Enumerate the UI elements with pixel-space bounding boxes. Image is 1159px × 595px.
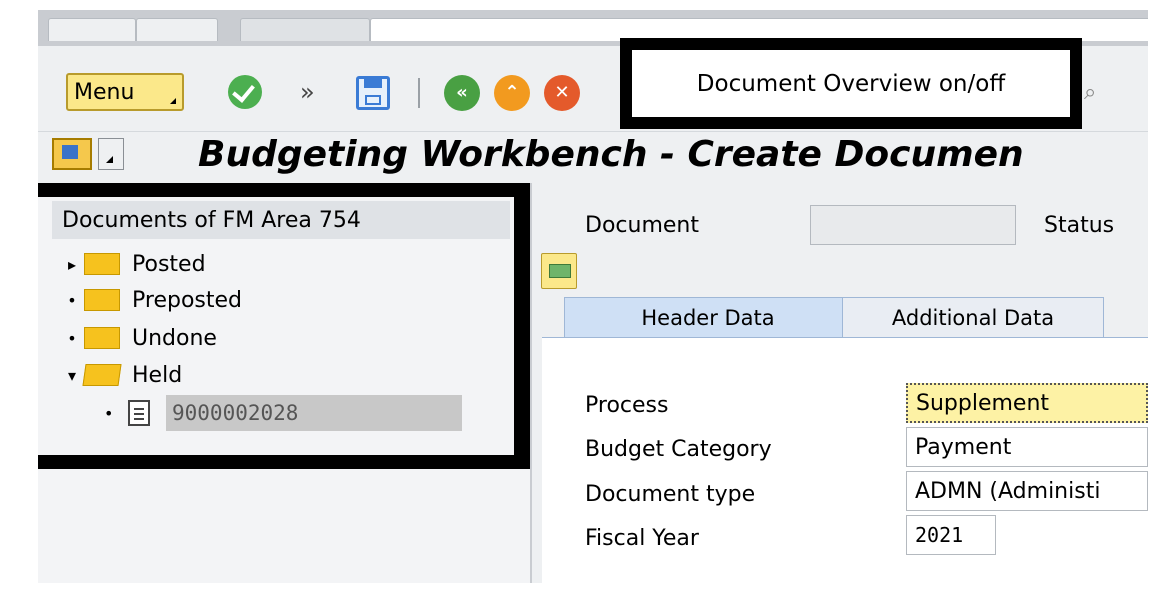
tree-item-label: Undone <box>132 325 217 351</box>
bullet-icon: • <box>67 290 77 310</box>
page-title: Budgeting Workbench - Create Documen <box>198 134 1024 175</box>
bullet-icon: • <box>104 403 114 423</box>
floppy-disk-icon[interactable] <box>356 76 390 110</box>
tree-item-posted[interactable]: ▸ Posted <box>60 247 500 281</box>
sap-window: Menu » « ⌃ ✕ Document Overview on/off ⌕ … <box>0 0 1159 595</box>
bullet-icon: • <box>67 328 77 348</box>
check-circle-icon[interactable] <box>228 75 262 109</box>
window-tab[interactable] <box>48 18 136 41</box>
tree-item-label: Posted <box>132 251 206 277</box>
process-label: Process <box>585 393 669 418</box>
budget-category-field[interactable]: Payment <box>906 427 1148 467</box>
highlight-frame-bottom <box>38 455 530 469</box>
document-type-field[interactable]: ADMN (Administi <box>906 471 1148 511</box>
document-label: Document <box>585 213 699 238</box>
fiscal-year-label: Fiscal Year <box>585 526 699 551</box>
tree-item-held[interactable]: ▾ Held <box>60 358 500 392</box>
double-chevron-right-icon[interactable]: » <box>300 78 315 106</box>
menu-button[interactable]: Menu <box>66 73 184 111</box>
back-icon[interactable]: « <box>444 75 480 111</box>
expand-arrow-icon[interactable]: ▸ <box>60 255 84 274</box>
tree-header: Documents of FM Area 754 <box>52 201 510 239</box>
toolbar-separator <box>418 78 420 108</box>
window-tab[interactable] <box>240 18 370 41</box>
tree-item-label: Held <box>132 362 183 388</box>
folder-icon <box>84 289 120 311</box>
collapse-arrow-icon[interactable]: ▾ <box>60 366 84 385</box>
tab-header-data[interactable]: Header Data <box>564 297 852 337</box>
fiscal-year-field[interactable]: 2021 <box>906 515 996 555</box>
document-type-label: Document type <box>585 482 756 507</box>
highlight-frame-right <box>514 183 530 469</box>
budget-category-label: Budget Category <box>585 437 772 462</box>
glasses-icon[interactable]: ⌕ <box>1084 80 1096 105</box>
folder-icon <box>84 253 120 275</box>
tree-item-undone[interactable]: • Undone <box>60 321 500 355</box>
right-margin <box>1148 0 1159 595</box>
tree-item-preposted[interactable]: • Preposted <box>60 283 500 317</box>
menu-dropdown-icon <box>170 98 176 104</box>
tab-strip: Header Data Additional Data <box>542 297 1148 337</box>
tree-item-held-document[interactable]: • 9000002028 <box>104 395 480 431</box>
menu-button-label: Menu <box>74 79 135 105</box>
application-icon <box>52 138 92 170</box>
status-label: Status <box>1044 213 1115 238</box>
exit-icon[interactable]: ⌃ <box>494 75 530 111</box>
cancel-icon[interactable]: ✕ <box>544 75 580 111</box>
open-folder-icon <box>82 364 122 386</box>
tree-item-label: Preposted <box>132 287 242 313</box>
document-overview-toggle-label: Document Overview on/off <box>696 70 1006 97</box>
document-overview-toggle-button[interactable]: Document Overview on/off <box>620 38 1082 129</box>
open-document-button[interactable] <box>541 253 577 289</box>
window-tab[interactable] <box>136 18 218 41</box>
document-icon <box>128 400 150 426</box>
folder-icon <box>84 327 120 349</box>
application-icon-menu[interactable] <box>52 138 126 176</box>
chevron-down-icon[interactable] <box>98 138 124 170</box>
bottom-margin <box>0 583 1159 595</box>
held-document-number[interactable]: 9000002028 <box>166 395 462 431</box>
document-number-field[interactable] <box>810 205 1016 245</box>
process-field[interactable]: Supplement <box>906 383 1148 423</box>
top-margin <box>0 0 1159 10</box>
tab-additional-data[interactable]: Additional Data <box>842 297 1104 337</box>
highlight-frame-top <box>38 183 530 197</box>
